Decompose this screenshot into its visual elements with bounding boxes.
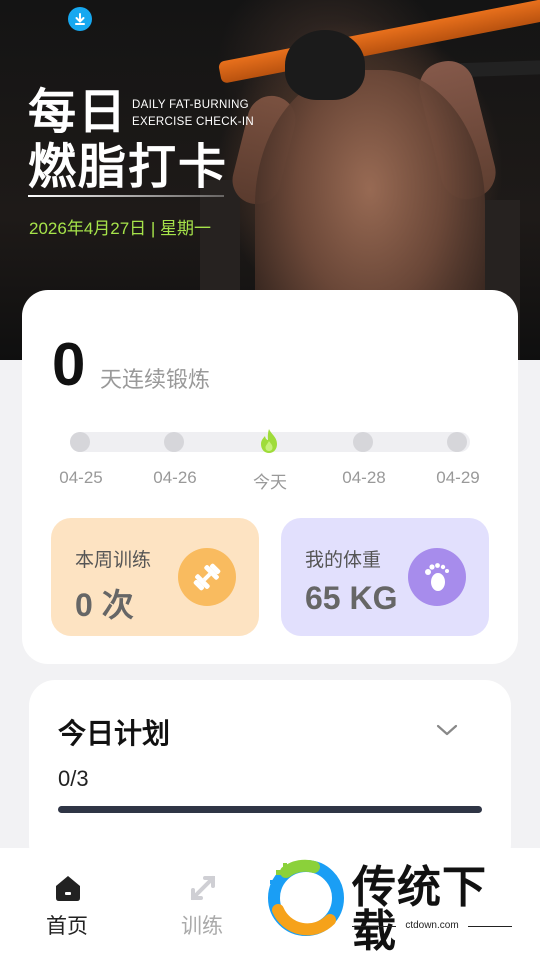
watermark: 传统下载 ctdown.com <box>266 858 526 954</box>
my-weight-card[interactable]: 我的体重 65 KG <box>281 518 489 636</box>
tab-training[interactable]: 训练 <box>152 848 252 960</box>
hero-subtitle-en-line2: EXERCISE CHECK-IN <box>132 116 255 128</box>
my-weight-value: 65 KG <box>305 580 398 616</box>
day-label: 04-28 <box>342 468 386 487</box>
weekly-training-label: 本周训练 <box>75 549 152 571</box>
day-dot[interactable] <box>353 432 373 452</box>
hero-title-line2: 燃脂打卡 <box>28 139 229 195</box>
day-label: 04-25 <box>59 468 103 487</box>
today-plan-card: 今日计划 0/3 <box>29 680 511 870</box>
watermark-logo-icon <box>268 859 344 936</box>
checkin-card: 0 天连续锻炼 04-25 04-26 今天 04-28 04-29 本周训练 … <box>22 290 518 664</box>
my-weight-label: 我的体重 <box>305 549 382 571</box>
streak-count: 0 <box>52 331 86 398</box>
download-button[interactable] <box>68 7 92 31</box>
day-dot[interactable] <box>164 432 184 452</box>
watermark-text: 传统下载 <box>352 862 487 957</box>
download-icon <box>75 13 85 25</box>
hero-subtitle-en-line1: DAILY FAT-BURNING <box>132 99 249 111</box>
hero-subtitle-en: DAILY FAT-BURNING EXERCISE CHECK-IN <box>132 97 254 131</box>
day-label: 04-26 <box>153 468 197 487</box>
weekly-training-card[interactable]: 本周训练 0 次 <box>51 518 259 636</box>
tab-home-label: 首页 <box>46 914 88 938</box>
tab-training-label: 训练 <box>181 914 223 938</box>
day-timeline <box>70 429 470 453</box>
expand-arrows-icon <box>191 876 215 900</box>
hero-date: 2026年4月27日 | 星期一 <box>29 219 212 238</box>
hero-title-underline <box>28 195 224 197</box>
dumbbell-icon <box>178 548 236 606</box>
today-plan-progress-bar <box>58 806 482 813</box>
watermark-url: ctdown.com <box>352 920 512 931</box>
streak-label: 天连续锻炼 <box>100 368 211 393</box>
day-dot[interactable] <box>447 432 467 452</box>
footprint-icon <box>408 548 466 606</box>
today-plan-title: 今日计划 <box>58 717 171 750</box>
tab-home[interactable]: 首页 <box>17 848 117 960</box>
flame-icon[interactable] <box>258 428 280 454</box>
hero-title-line1: 每日 <box>28 84 129 140</box>
weekly-training-value: 0 次 <box>75 587 134 623</box>
athlete-head <box>285 30 365 100</box>
day-dot[interactable] <box>70 432 90 452</box>
chevron-down-icon[interactable] <box>435 718 459 742</box>
day-label: 04-29 <box>436 468 480 487</box>
today-plan-progress-text: 0/3 <box>58 766 89 791</box>
day-label-today: 今天 <box>253 473 287 492</box>
home-icon <box>56 876 80 901</box>
